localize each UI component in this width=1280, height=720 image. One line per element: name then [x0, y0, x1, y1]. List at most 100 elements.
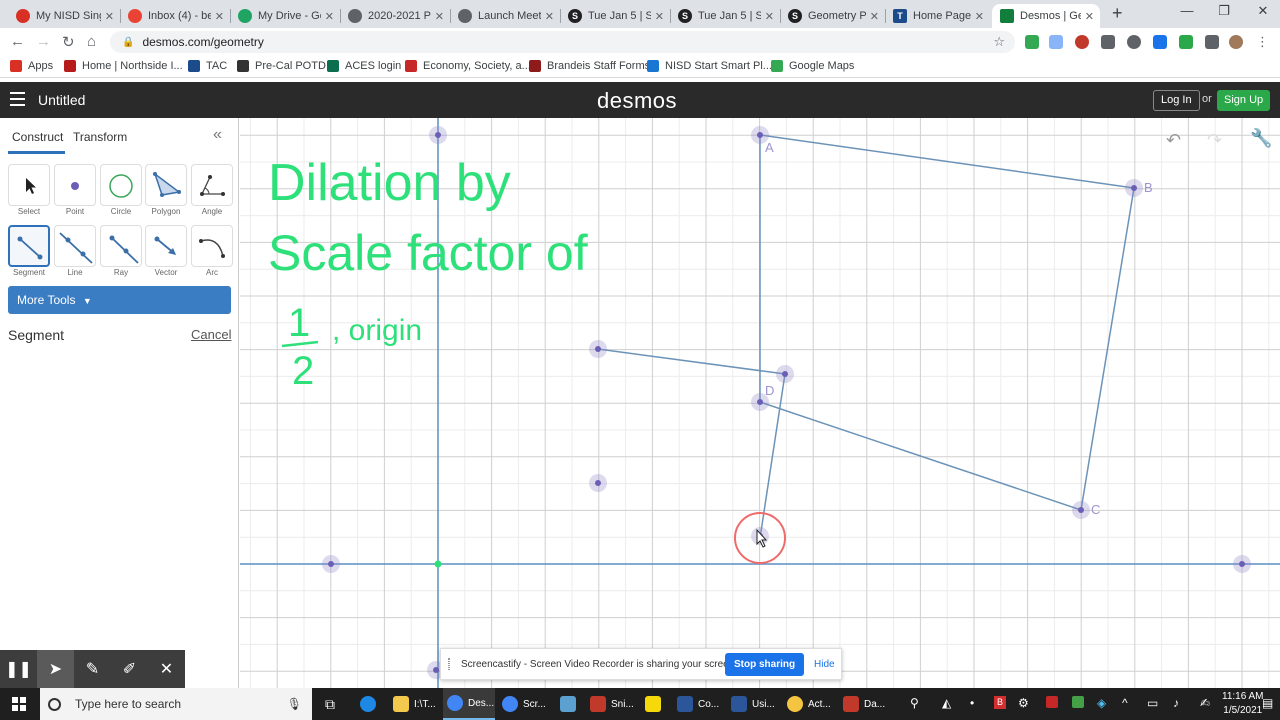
- edge-icon[interactable]: [360, 688, 382, 720]
- taskbar-item[interactable]: Scr...: [502, 688, 552, 720]
- browser-tab[interactable]: Launch Meet ✕: [450, 4, 560, 28]
- windows-start-icon[interactable]: [12, 697, 26, 711]
- browser-tab[interactable]: S Tue Jan 5 | Sc ✕: [560, 4, 670, 28]
- point[interactable]: [322, 555, 340, 573]
- close-tab-icon[interactable]: ✕: [105, 10, 114, 23]
- home-icon[interactable]: ⌂: [87, 33, 96, 50]
- bookmark-apps[interactable]: Apps: [10, 60, 53, 72]
- notifications-icon[interactable]: ▤: [1262, 696, 1273, 710]
- ray-tool-button[interactable]: [100, 225, 142, 267]
- redo-icon[interactable]: ↷: [1207, 130, 1222, 151]
- cancel-button[interactable]: Cancel: [191, 327, 231, 342]
- close-window-icon[interactable]: ✕: [1240, 3, 1280, 19]
- tray-app-icon[interactable]: ⚙: [1018, 696, 1029, 710]
- extension-icon[interactable]: [1153, 35, 1167, 49]
- select-tool-button[interactable]: [8, 164, 50, 206]
- hamburger-menu-icon[interactable]: [10, 92, 25, 106]
- network-icon[interactable]: ▭: [1147, 696, 1158, 710]
- browser-tab[interactable]: T Home Page ✕: [885, 4, 990, 28]
- tab-transform[interactable]: Transform: [73, 130, 127, 144]
- point[interactable]: [1233, 555, 1251, 573]
- address-bar[interactable]: 🔒 desmos.com/geometry ☆: [110, 31, 1015, 53]
- browser-tab-active[interactable]: Desmos | Ge ✕: [992, 4, 1100, 28]
- browser-tab[interactable]: Inbox (4) - be ✕: [120, 4, 230, 28]
- point-B[interactable]: [1125, 179, 1143, 197]
- point[interactable]: [589, 474, 607, 492]
- taskbar-item[interactable]: Act...: [787, 688, 835, 720]
- new-tab-icon[interactable]: +: [1112, 3, 1123, 24]
- browser-tab[interactable]: 2020-2021 Pa ✕: [340, 4, 450, 28]
- taskbar-item[interactable]: Da...: [843, 688, 891, 720]
- close-tab-icon[interactable]: ✕: [870, 10, 879, 23]
- close-tab-icon[interactable]: ✕: [975, 10, 984, 23]
- point[interactable]: [429, 126, 447, 144]
- browser-tab[interactable]: My Drive - Go ✕: [230, 4, 340, 28]
- browser-tab[interactable]: My NISD Sing ✕: [8, 4, 120, 28]
- chevron-up-icon[interactable]: ^: [1122, 696, 1128, 710]
- close-tab-icon[interactable]: ✕: [545, 10, 554, 23]
- forward-icon[interactable]: →: [36, 33, 51, 50]
- extension-icon[interactable]: [1179, 35, 1193, 49]
- bookmark-item[interactable]: Pre-Cal POTD: [237, 60, 326, 72]
- back-icon[interactable]: ←: [10, 33, 25, 50]
- browser-tab[interactable]: S Tue Jan 5 | Sc ✕: [670, 4, 780, 28]
- origin-point[interactable]: [434, 560, 442, 568]
- reload-icon[interactable]: ↻: [62, 33, 75, 51]
- bookmark-item[interactable]: Home | Northside I...: [64, 60, 183, 72]
- bookmark-star-icon[interactable]: ☆: [993, 34, 1005, 50]
- tray-app-icon[interactable]: ◈: [1097, 696, 1106, 710]
- taskbar-item-active[interactable]: Des...: [443, 688, 495, 720]
- angle-tool-button[interactable]: [191, 164, 233, 206]
- vector-tool-button[interactable]: [145, 225, 187, 267]
- highlighter-tool-icon[interactable]: ✐: [111, 650, 148, 688]
- tray-app-icon[interactable]: [1072, 696, 1084, 708]
- extension-icon[interactable]: [1127, 35, 1141, 49]
- line-tool-button[interactable]: [54, 225, 96, 267]
- circle-tool-button[interactable]: [100, 164, 142, 206]
- more-tools-button[interactable]: More Tools ▼: [8, 286, 231, 314]
- drag-handle-icon[interactable]: [448, 658, 450, 670]
- volume-icon[interactable]: ♪: [1173, 696, 1179, 710]
- point-C[interactable]: [1072, 501, 1090, 519]
- taskbar-item[interactable]: Usi...: [731, 688, 779, 720]
- pen-tool-icon[interactable]: ✎: [74, 650, 111, 688]
- bookmark-item[interactable]: NISD Start Smart Pl...: [647, 60, 772, 72]
- close-tab-icon[interactable]: ✕: [765, 10, 774, 23]
- login-button[interactable]: Log In: [1153, 90, 1200, 111]
- browser-tab[interactable]: S Geometry Pre ✕: [780, 4, 885, 28]
- point[interactable]: [776, 365, 794, 383]
- taskbar-item[interactable]: [560, 688, 580, 720]
- point-tool-button[interactable]: [54, 164, 96, 206]
- pointer-tool-icon[interactable]: ➤: [37, 650, 74, 688]
- signup-button[interactable]: Sign Up: [1217, 90, 1271, 111]
- collapse-panel-icon[interactable]: «: [213, 126, 222, 144]
- avatar[interactable]: [1229, 35, 1243, 49]
- tray-mic-icon[interactable]: •: [970, 696, 974, 710]
- people-icon[interactable]: ⚲: [910, 696, 919, 710]
- tab-construct[interactable]: Construct: [12, 130, 63, 144]
- taskbar-search-input[interactable]: Type here to search 🎙: [40, 688, 312, 720]
- graph-title[interactable]: Untitled: [38, 92, 85, 108]
- puzzle-icon[interactable]: [1205, 35, 1219, 49]
- graph-svg[interactable]: A B C D Dilation by Scale factor of 1 2 …: [240, 118, 1280, 688]
- microphone-icon[interactable]: 🎙: [287, 697, 302, 711]
- close-tab-icon[interactable]: ✕: [655, 10, 664, 23]
- taskbar-item[interactable]: Co...: [677, 688, 725, 720]
- system-clock[interactable]: 11:16 AM 1/5/2021: [1222, 690, 1264, 718]
- bookmark-item[interactable]: TAC: [188, 60, 227, 72]
- screencastify-extension-icon[interactable]: [1075, 35, 1089, 49]
- taskbar-item[interactable]: [645, 688, 665, 720]
- sheets-extension-icon[interactable]: [1025, 35, 1039, 49]
- settings-wrench-icon[interactable]: 🔧: [1250, 128, 1272, 149]
- point[interactable]: [589, 340, 607, 358]
- bookmark-item[interactable]: Brandeis Staff Forms: [529, 60, 650, 72]
- arc-tool-button[interactable]: [191, 225, 233, 267]
- bookmark-item[interactable]: Economy, Society, a...: [405, 60, 531, 72]
- stop-sharing-button[interactable]: Stop sharing: [725, 653, 805, 676]
- close-icon[interactable]: ✕: [148, 650, 185, 688]
- close-tab-icon[interactable]: ✕: [435, 10, 444, 23]
- task-view-icon[interactable]: ⧉: [325, 688, 345, 720]
- geometry-canvas[interactable]: A B C D Dilation by Scale factor of 1 2 …: [240, 118, 1280, 688]
- tray-app-icon[interactable]: B: [994, 696, 1006, 709]
- kebab-menu-icon[interactable]: ⋮: [1256, 35, 1270, 49]
